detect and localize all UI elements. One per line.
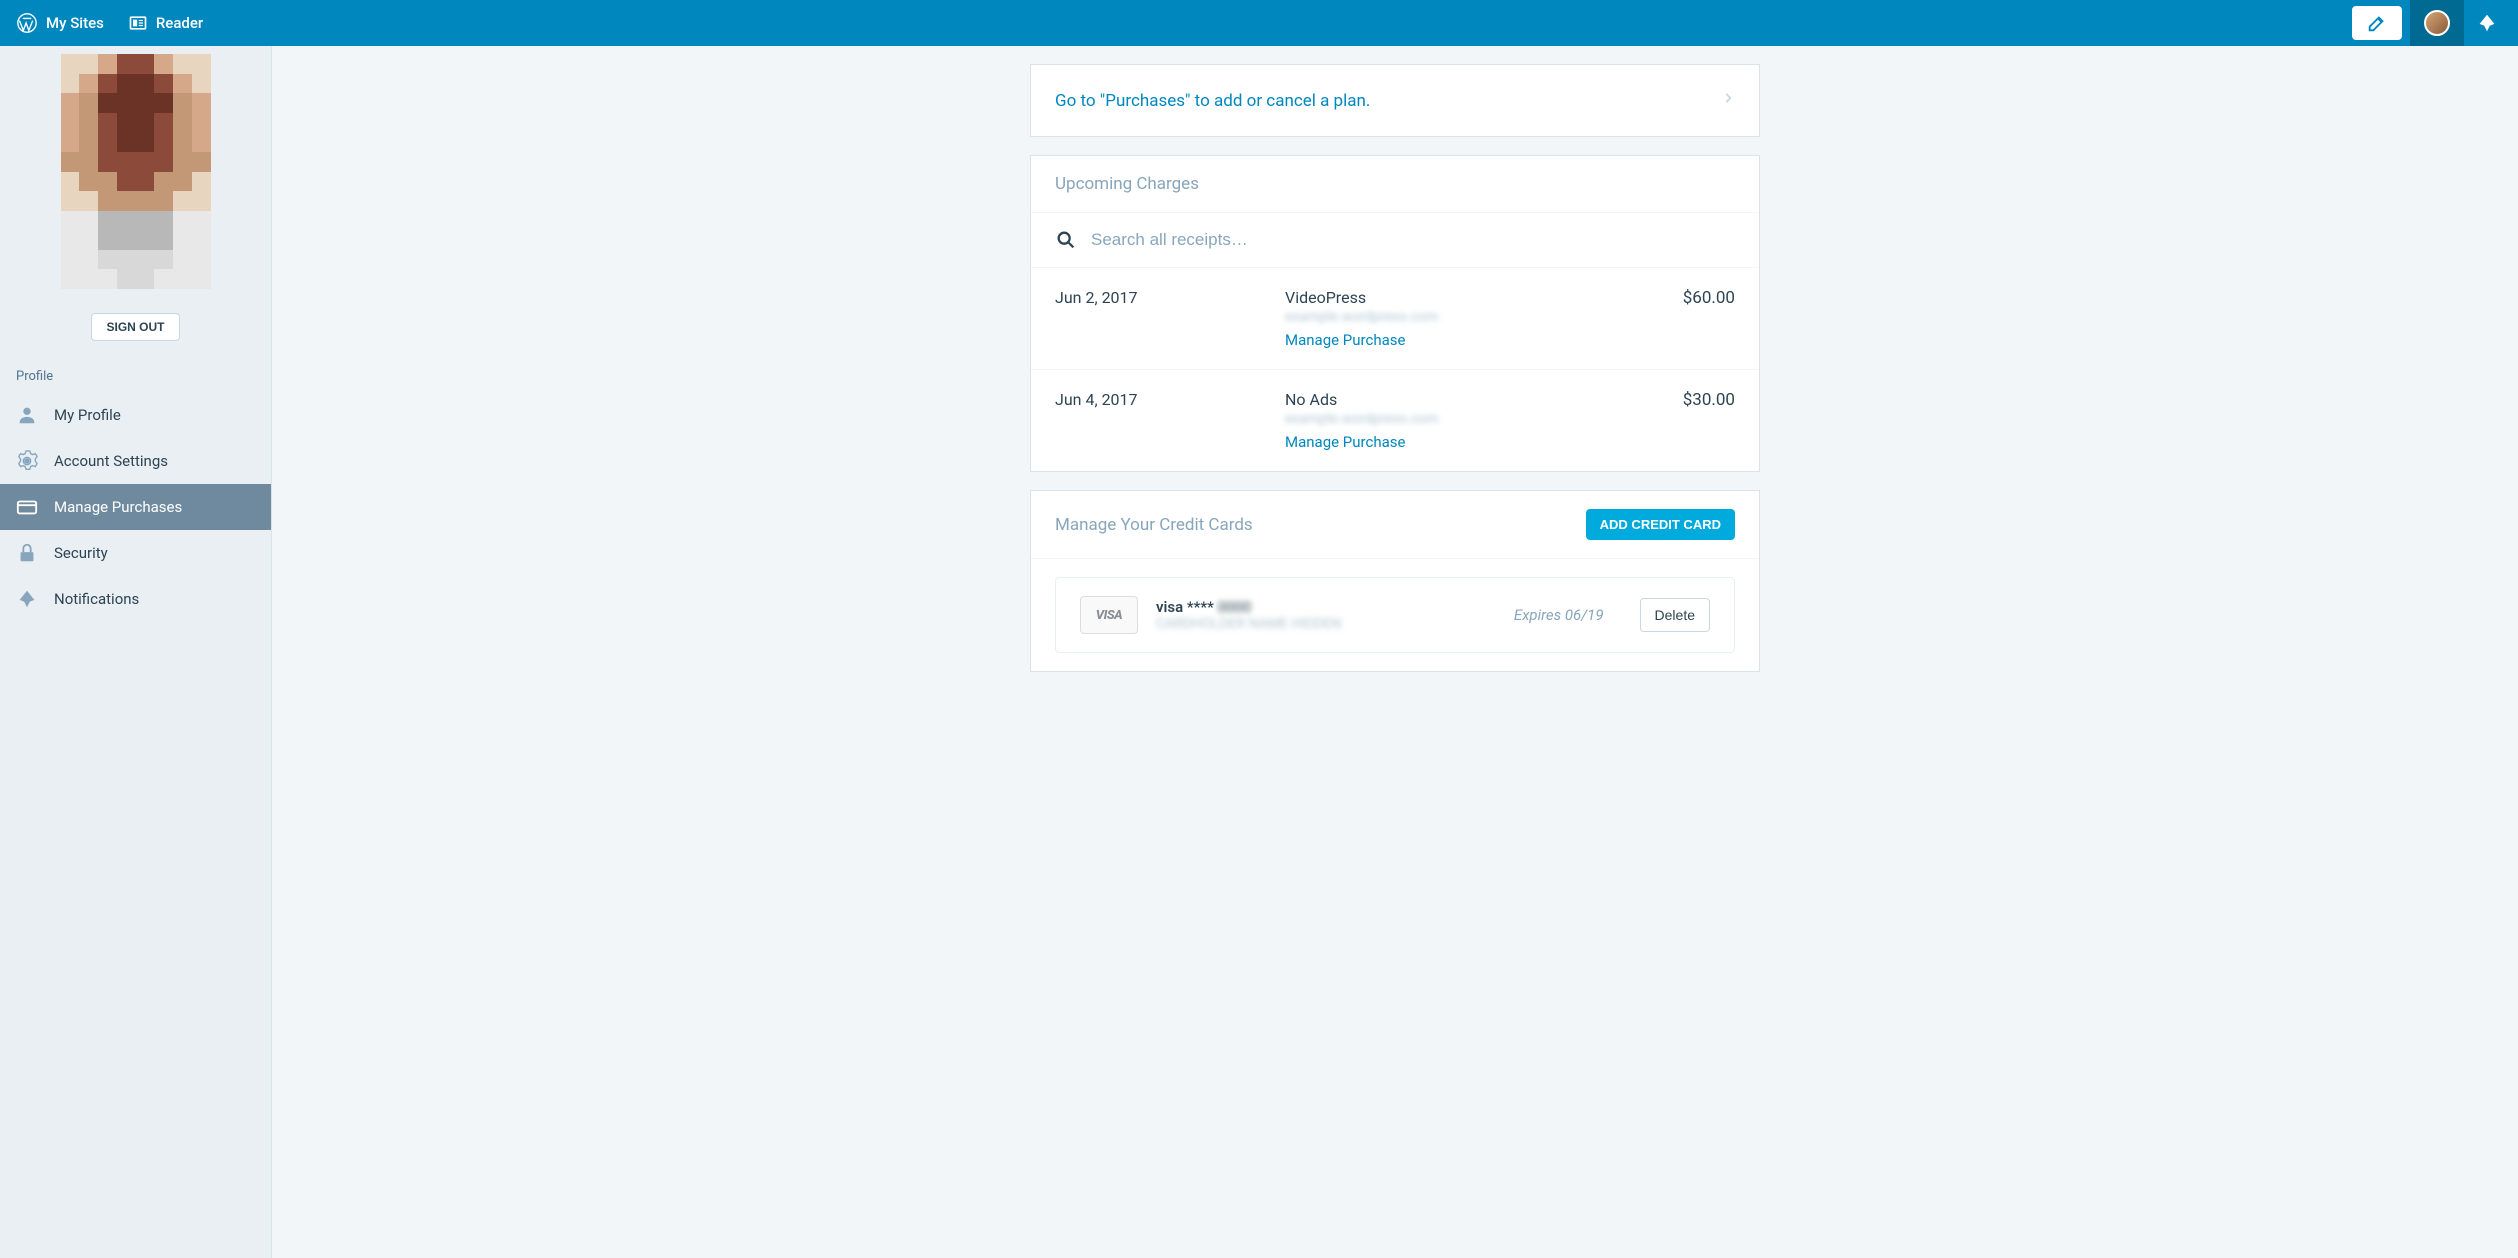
reader-label: Reader <box>156 14 203 32</box>
visa-logo: VISA <box>1080 596 1138 634</box>
credit-card-icon <box>16 496 38 518</box>
sidebar-item-account-settings[interactable]: Account Settings <box>0 438 271 484</box>
search-receipts-input[interactable] <box>1091 230 1735 250</box>
manage-purchase-link[interactable]: Manage Purchase <box>1285 331 1683 349</box>
sidebar-item-label: Account Settings <box>54 452 168 470</box>
my-sites-label: My Sites <box>46 14 104 32</box>
credit-cards-card: Manage Your Credit Cards ADD CREDIT CARD… <box>1030 490 1760 672</box>
card-number: visa **** 0000 <box>1156 598 1496 616</box>
charge-date: Jun 2, 2017 <box>1055 288 1285 349</box>
charge-date: Jun 4, 2017 <box>1055 390 1285 451</box>
purchases-link-card[interactable]: Go to "Purchases" to add or cancel a pla… <box>1030 64 1760 137</box>
reader-link[interactable]: Reader <box>128 13 203 33</box>
sidebar-item-notifications[interactable]: Notifications <box>0 576 271 622</box>
credit-card-row: VISA visa **** 0000 CARDHOLDER NAME HIDD… <box>1055 577 1735 653</box>
write-post-button[interactable] <box>2352 6 2402 40</box>
charge-domain: example.wordpress.com <box>1285 411 1683 427</box>
profile-avatar <box>61 54 211 289</box>
credit-cards-header: Manage Your Credit Cards ADD CREDIT CARD <box>1031 491 1759 559</box>
sidebar-item-label: My Profile <box>54 406 121 424</box>
upcoming-charges-card: Upcoming Charges Jun 2, 2017 VideoPress … <box>1030 155 1760 472</box>
card-expiry: Expires 06/19 <box>1514 606 1604 624</box>
sidebar: SIGN OUT Profile My Profile Account Sett… <box>0 46 272 1258</box>
purchases-link-text: Go to "Purchases" to add or cancel a pla… <box>1055 91 1370 111</box>
person-icon <box>16 404 38 426</box>
sidebar-item-manage-purchases[interactable]: Manage Purchases <box>0 484 271 530</box>
user-avatar-menu[interactable] <box>2410 0 2464 46</box>
topbar-right <box>2352 0 2510 46</box>
credit-cards-header-text: Manage Your Credit Cards <box>1055 515 1253 535</box>
upcoming-charges-header: Upcoming Charges <box>1031 156 1759 213</box>
sidebar-item-label: Notifications <box>54 590 139 608</box>
delete-card-button[interactable]: Delete <box>1640 598 1710 632</box>
wordpress-logo-home[interactable]: My Sites <box>16 12 104 34</box>
bell-icon <box>2476 12 2498 34</box>
sidebar-item-label: Manage Purchases <box>54 498 182 516</box>
charge-amount: $60.00 <box>1683 288 1735 349</box>
add-credit-card-button[interactable]: ADD CREDIT CARD <box>1586 509 1735 540</box>
profile-section: SIGN OUT <box>0 46 271 361</box>
chevron-right-icon <box>1721 87 1735 114</box>
pencil-icon <box>2366 12 2388 34</box>
charge-title: VideoPress <box>1285 288 1683 307</box>
search-row <box>1031 213 1759 268</box>
sidebar-section-label: Profile <box>0 361 271 392</box>
sidebar-item-label: Security <box>54 544 108 562</box>
manage-purchase-link[interactable]: Manage Purchase <box>1285 433 1683 451</box>
charge-row: Jun 2, 2017 VideoPress example.wordpress… <box>1031 268 1759 370</box>
sidebar-item-security[interactable]: Security <box>0 530 271 576</box>
lock-icon <box>16 542 38 564</box>
charge-domain: example.wordpress.com <box>1285 309 1683 325</box>
wordpress-icon <box>16 12 38 34</box>
sidebar-item-my-profile[interactable]: My Profile <box>0 392 271 438</box>
notifications-button[interactable] <box>2464 0 2510 46</box>
gear-icon <box>16 450 38 472</box>
cardholder-name: CARDHOLDER NAME HIDDEN <box>1156 616 1496 632</box>
avatar-image <box>2424 10 2450 36</box>
sign-out-button[interactable]: SIGN OUT <box>91 313 179 341</box>
tag-icon <box>16 588 38 610</box>
topbar: My Sites Reader <box>0 0 2518 46</box>
search-icon <box>1055 229 1077 251</box>
reader-icon <box>128 13 148 33</box>
main-content: Go to "Purchases" to add or cancel a pla… <box>272 46 2518 1258</box>
charge-row: Jun 4, 2017 No Ads example.wordpress.com… <box>1031 370 1759 471</box>
charge-amount: $30.00 <box>1683 390 1735 451</box>
charge-title: No Ads <box>1285 390 1683 409</box>
topbar-left: My Sites Reader <box>8 12 203 34</box>
